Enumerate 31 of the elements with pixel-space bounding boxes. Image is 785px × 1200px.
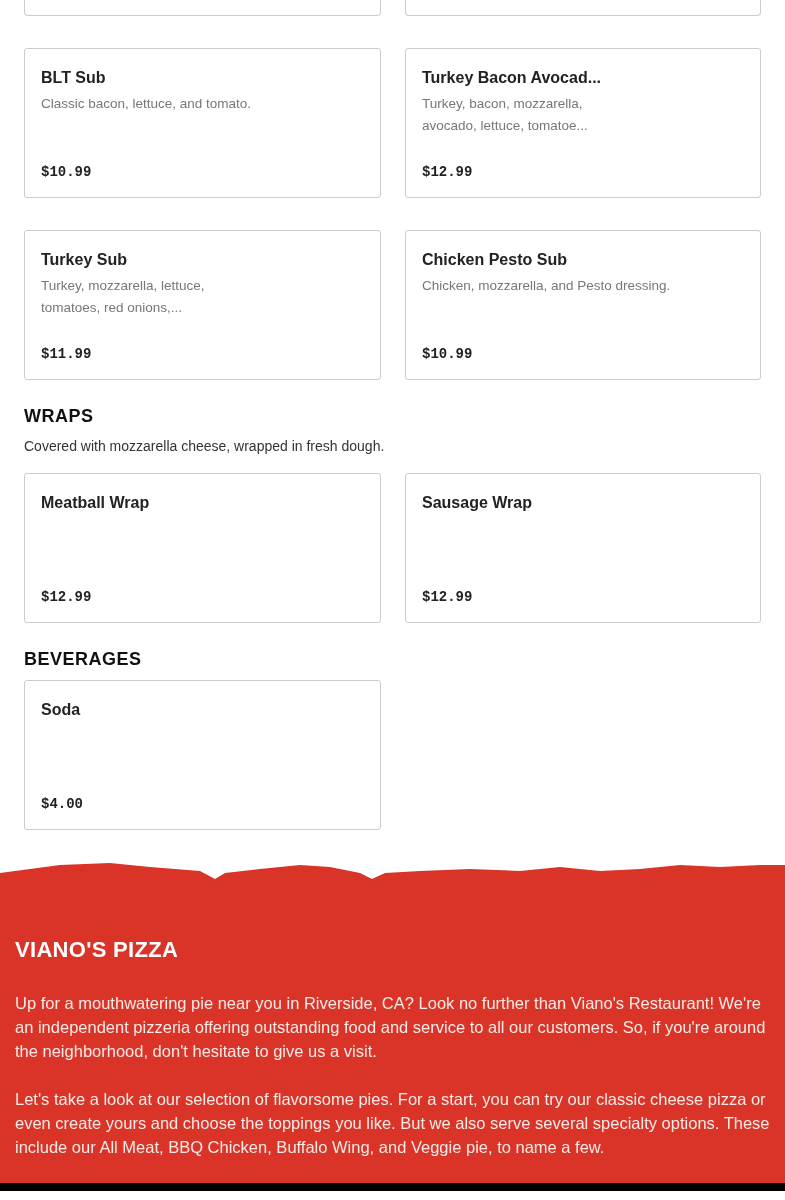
menu-item-card[interactable]: Turkey Sub Turkey, mozzarella, lettuce, tomatoes, red onions,... $11.99 [24, 230, 381, 380]
menu-item-card[interactable]: Turkey Bacon Avocad... Turkey, bacon, mozzarella, avocado, lettuce, tomatoe... $12.99 [405, 48, 761, 198]
item-price: $12.99 [422, 589, 473, 605]
item-name: Soda [41, 700, 82, 720]
footer-paragraph: Up for a mouthwatering pie near you in Riverside, CA? Look no further than Viano's Restaurant! We're an independent pizzeria offering outstanding food and service to all our customers. So, if you're around the neighborhood, don't hesitate to give us a visit. [15, 993, 767, 1062]
menu-item-card[interactable]: BLT Sub Classic bacon, lettuce, and tomato. $10.99 [24, 48, 381, 198]
item-name: Meatball Wrap [41, 493, 151, 513]
menu-item-card[interactable]: Sausage Wrap $12.99 [405, 473, 761, 623]
section-heading: WRAPS [24, 405, 95, 427]
item-description: Turkey, bacon, mozzarella, avocado, lettuce, tomatoe... [422, 95, 589, 135]
section-description: Covered with mozzarella cheese, wrapped in fresh dough. [24, 437, 386, 455]
item-price: $10.99 [41, 164, 92, 180]
menu-item-card[interactable]: Meatball Wrap $12.99 [24, 473, 381, 623]
section-heading: BEVERAGES [24, 648, 143, 670]
footer-heading: VIANO'S PIZZA [15, 937, 180, 963]
item-name: BLT Sub [41, 68, 107, 88]
item-price: $12.99 [41, 589, 92, 605]
menu-item-card[interactable]: Soda $4.00 [24, 680, 381, 830]
item-price: $11.99 [41, 346, 92, 362]
item-description: Classic bacon, lettuce, and tomato. [41, 95, 253, 113]
menu-item-card[interactable]: Chicken Pesto Sub Chicken, mozzarella, and Pesto dressing. $10.99 [405, 230, 761, 380]
item-description: Turkey, mozzarella, lettuce, tomatoes, red onions,... [41, 277, 206, 317]
item-description: Chicken, mozzarella, and Pesto dressing. [422, 277, 672, 295]
item-price: $12.99 [422, 164, 473, 180]
item-name: Turkey Bacon Avocad... [422, 68, 602, 88]
item-price: $4.00 [41, 796, 83, 812]
item-name: Sausage Wrap [422, 493, 533, 513]
item-name: Turkey Sub [41, 250, 128, 270]
item-price: $10.99 [422, 346, 473, 362]
footer-paragraph: Let's take a look at our selection of flavorsome pies. For a start, you can try our classic cheese pizza or even create yours and choose the toppings you like. But we also serve several specialty options. These include our All Meat, BBQ Chicken, Buffalo Wing, and Veggie pie, to name a few. [15, 1089, 770, 1158]
item-name: Chicken Pesto Sub [422, 250, 568, 270]
